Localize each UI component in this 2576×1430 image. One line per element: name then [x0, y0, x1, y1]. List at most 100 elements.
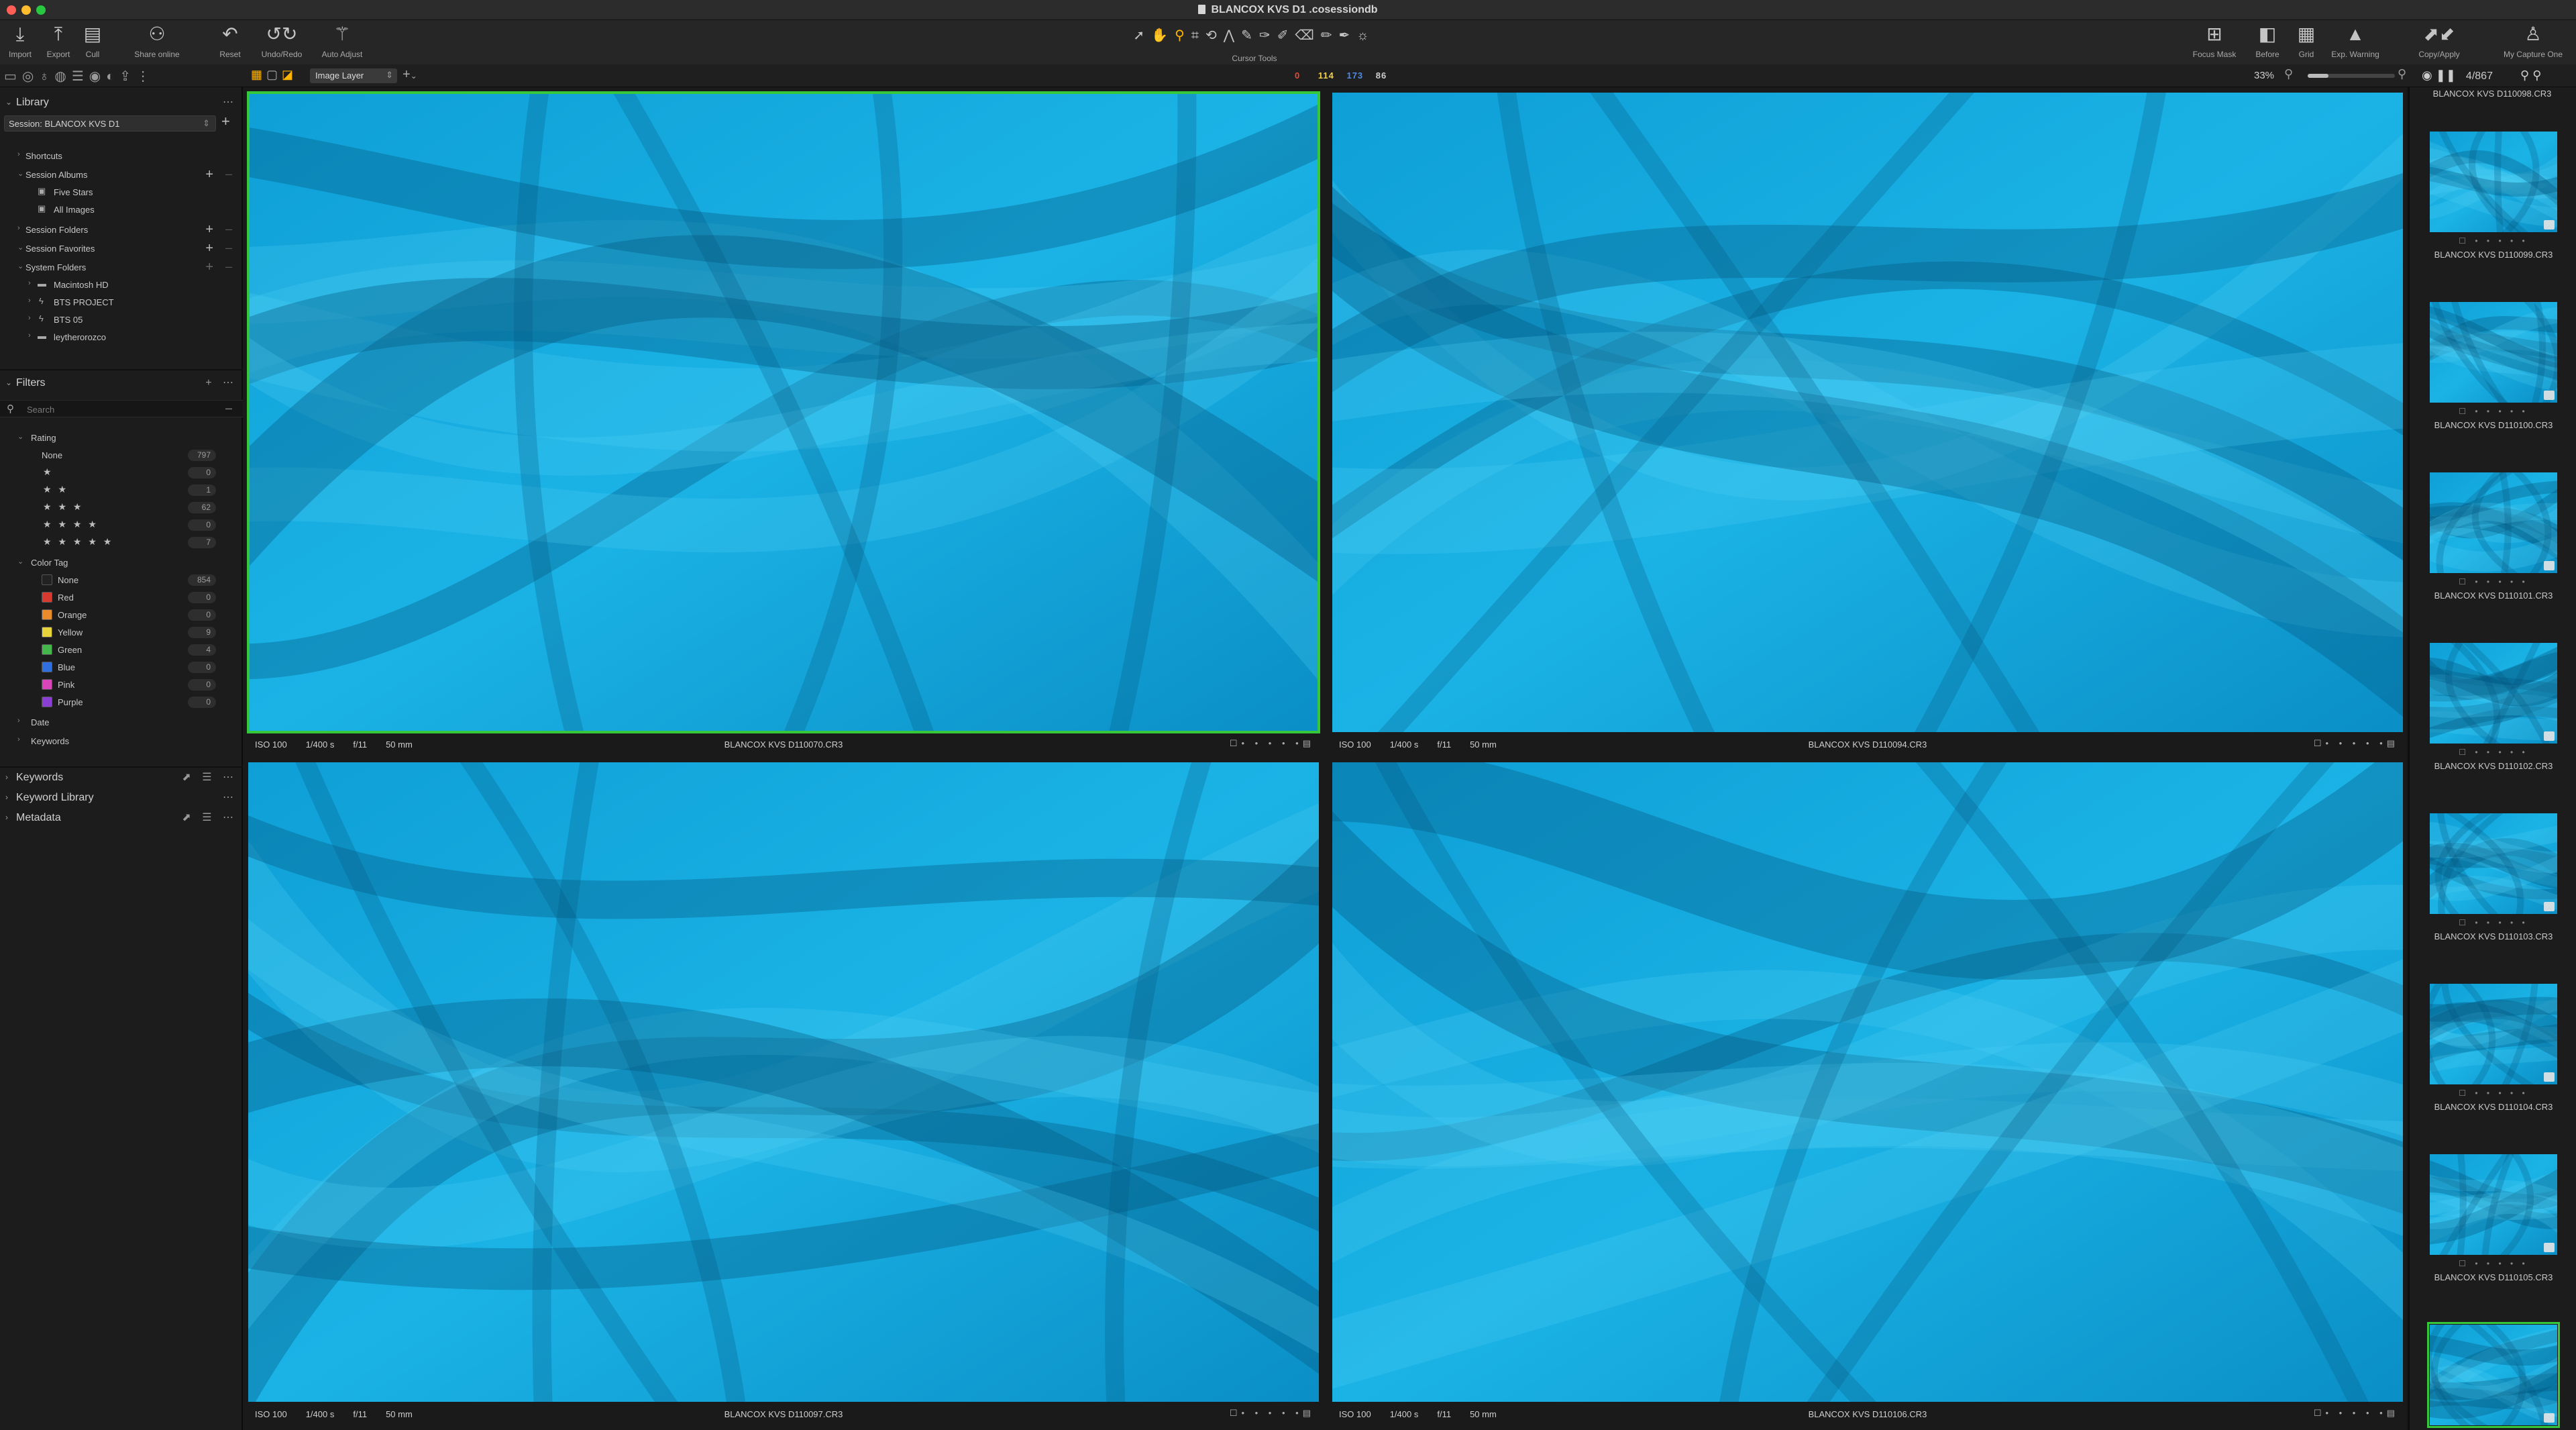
thumbnail-image[interactable]	[2430, 643, 2557, 744]
library-header[interactable]: ⌄ Library ⋯	[0, 94, 243, 113]
rating-group[interactable]: ⌄ Rating	[0, 429, 243, 446]
more-icon[interactable]: ⋯	[223, 790, 237, 804]
rating-filter-row[interactable]: ★ ★ ★ 62	[0, 499, 243, 515]
browser-thumbnail[interactable]: ☐ • • • • • BLANCOX KVS D110105.CR3	[2419, 1154, 2568, 1325]
color-tag-row[interactable]: Orange 0	[0, 607, 243, 623]
output-tab-icon[interactable]: ⇪	[119, 69, 136, 84]
folder-leytherorozco[interactable]: › ▬ leytherorozco	[0, 329, 243, 345]
thumbnail-image[interactable]	[2430, 813, 2557, 914]
undo-redo-button[interactable]: ↺↻ Undo/Redo	[256, 23, 307, 59]
system-folders-item[interactable]: ⌄ System Folders + –	[0, 259, 243, 275]
checkbox-icon[interactable]: ☐	[1230, 1408, 1242, 1418]
annotate-icon[interactable]: ✒	[1339, 28, 1357, 43]
rating-filter-row[interactable]: ★ ★ 1	[0, 482, 243, 498]
thumbnail-image[interactable]	[2430, 302, 2557, 403]
export-button[interactable]: ⤒ Export	[42, 23, 75, 59]
cull-button[interactable]: ▤ Cull	[80, 23, 105, 59]
browser-thumbnail[interactable]: ☐ • • • • • BLANCOX KVS D110102.CR3	[2419, 643, 2568, 813]
lens-tab-icon[interactable]: ♁	[39, 69, 54, 84]
remove-system-folder-button[interactable]: –	[225, 260, 232, 274]
rating-dots[interactable]: • • • • •	[2325, 738, 2386, 748]
folder-bts-05[interactable]: › ϟ BTS 05	[0, 311, 243, 327]
browser-thumbnail[interactable]: ☐ • • • • • BLANCOX KVS D110101.CR3	[2419, 472, 2568, 643]
rating-filter-row[interactable]: None 797	[0, 447, 243, 463]
session-favorites-item[interactable]: ⌄ Session Favorites + –	[0, 240, 243, 256]
color-tag-row[interactable]: Yellow 9	[0, 624, 243, 640]
rating-dots[interactable]: • • • • •	[2325, 1408, 2386, 1418]
crop-icon[interactable]: ⌗	[1191, 28, 1205, 43]
session-albums-item[interactable]: ⌄ Session Albums + –	[0, 166, 243, 183]
remove-album-button[interactable]: –	[225, 167, 232, 181]
metadata-header[interactable]: › Metadata ⬈ ☰ ⋯	[0, 809, 243, 828]
browser-thumbnail[interactable]	[2419, 1322, 2568, 1430]
thumbnail-rating[interactable]: ☐ • • • • •	[2419, 577, 2568, 586]
browser-thumbnail[interactable]: ☐ • • • • • BLANCOX KVS D110099.CR3	[2419, 132, 2568, 302]
album-five-stars[interactable]: ▣ Five Stars	[0, 184, 243, 200]
rotate-icon[interactable]: ⟲	[1205, 28, 1224, 43]
thumbnail-image[interactable]	[2430, 472, 2557, 573]
more-tabs-icon[interactable]: ⋮	[136, 69, 155, 84]
tile-menu-icon[interactable]: ▤	[2387, 1408, 2399, 1418]
fabric-photo[interactable]	[1332, 93, 2403, 732]
import-button[interactable]: ⤓ Import	[5, 23, 35, 59]
add-session-button[interactable]: +	[221, 113, 230, 130]
thumbnail-rating[interactable]: ☐ • • • • •	[2419, 1259, 2568, 1268]
my-capture-one-button[interactable]: ♙ My Capture One	[2496, 23, 2571, 59]
auto-adjust-button[interactable]: ⚚ Auto Adjust	[315, 23, 369, 59]
adjust-tab-icon[interactable]: ◐	[106, 69, 119, 84]
date-group[interactable]: › Date	[0, 714, 243, 730]
metadata-actions[interactable]: ⬈ ☰ ⋯	[182, 811, 237, 824]
gradient-icon[interactable]: ✏	[1321, 28, 1339, 43]
color-tab-icon[interactable]: ◍	[54, 69, 71, 84]
browser-search-icon[interactable]: ⚲	[2520, 68, 2529, 82]
browser-thumbnail[interactable]: ☐ • • • • • BLANCOX KVS D110103.CR3	[2419, 813, 2568, 984]
fabric-photo[interactable]	[1332, 762, 2403, 1402]
rating-filter-row[interactable]: ★ 0	[0, 464, 243, 480]
tile-menu-icon[interactable]: ▤	[1303, 1408, 1315, 1418]
share-online-button[interactable]: ⚇ Share online	[127, 23, 186, 59]
spot-icon[interactable]: ✎	[1241, 28, 1259, 43]
select-cursor-icon[interactable]: ➚	[1133, 28, 1151, 43]
color-tag-group[interactable]: ⌄ Color Tag	[0, 554, 243, 570]
rating-filter-row[interactable]: ★ ★ ★ ★ ★ 7	[0, 534, 243, 550]
fabric-photo[interactable]	[247, 91, 1320, 733]
thumbnail-rating[interactable]: ☐ • • • • •	[2419, 236, 2568, 246]
eraser-icon[interactable]: ⌫	[1295, 28, 1320, 43]
filters-header[interactable]: ⌄ Filters + ⋯	[0, 374, 243, 393]
album-all-images[interactable]: ▣ All Images	[0, 201, 243, 217]
exposure-tab-icon[interactable]: ☰	[72, 69, 89, 84]
color-tag-row[interactable]: Green 4	[0, 642, 243, 658]
browser-zoom-icon[interactable]: ⚲	[2532, 68, 2541, 82]
clear-search-button[interactable]: –	[225, 401, 232, 415]
folder-macintosh-hd[interactable]: › ▬ Macintosh HD	[0, 276, 243, 293]
thumbnail-rating[interactable]: ☐ • • • • •	[2419, 918, 2568, 927]
remove-favorite-button[interactable]: –	[225, 241, 232, 255]
thumbnail-rating[interactable]: ☐ • • • • •	[2419, 407, 2568, 416]
thumbnail-rating[interactable]: ☐ • • • • •	[2419, 1088, 2568, 1098]
folder-bts-project[interactable]: › ϟ BTS PROJECT	[0, 294, 243, 310]
thumbnail-image[interactable]	[2430, 132, 2557, 232]
tile-menu-icon[interactable]: ▤	[2387, 738, 2399, 748]
zoom-in-icon[interactable]: ⚲	[2398, 67, 2406, 81]
keywords-group[interactable]: › Keywords	[0, 733, 243, 749]
thumbnail-image[interactable]	[2430, 984, 2557, 1084]
picker-icon[interactable]: ✑	[1259, 28, 1277, 43]
library-tab-icon[interactable]: ▭	[4, 69, 22, 84]
pan-icon[interactable]: ✋	[1151, 28, 1175, 43]
browser-thumbnail[interactable]: ☐ • • • • • BLANCOX KVS D110100.CR3	[2419, 302, 2568, 472]
session-select[interactable]: Session: BLANCOX KVS D1 ⇕	[4, 115, 216, 132]
keywords-tool-actions[interactable]: ⬈ ☰ ⋯	[182, 770, 237, 784]
add-system-folder-button[interactable]: +	[205, 260, 213, 275]
rating-dots[interactable]: • • • • •	[1241, 1408, 1302, 1418]
viewer-tile[interactable]: ISO 100 1/400 s f/11 50 mm BLANCOX KVS D1100…	[247, 91, 1320, 756]
checkbox-icon[interactable]: ☐	[2314, 1408, 2326, 1418]
grid-button[interactable]: ▦ Grid	[2293, 23, 2320, 59]
checkbox-icon[interactable]: ☐	[1230, 738, 1242, 748]
thumbnail-image[interactable]	[2427, 1322, 2560, 1428]
add-album-button[interactable]: +	[205, 167, 213, 183]
capture-tab-icon[interactable]: ◎	[22, 69, 39, 84]
eye-icon[interactable]: ◉	[2422, 68, 2432, 82]
before-button[interactable]: ◧ Before	[2247, 23, 2288, 59]
zoom-out-icon[interactable]: ⚲	[2284, 67, 2293, 81]
filters-actions[interactable]: + ⋯	[205, 376, 237, 389]
